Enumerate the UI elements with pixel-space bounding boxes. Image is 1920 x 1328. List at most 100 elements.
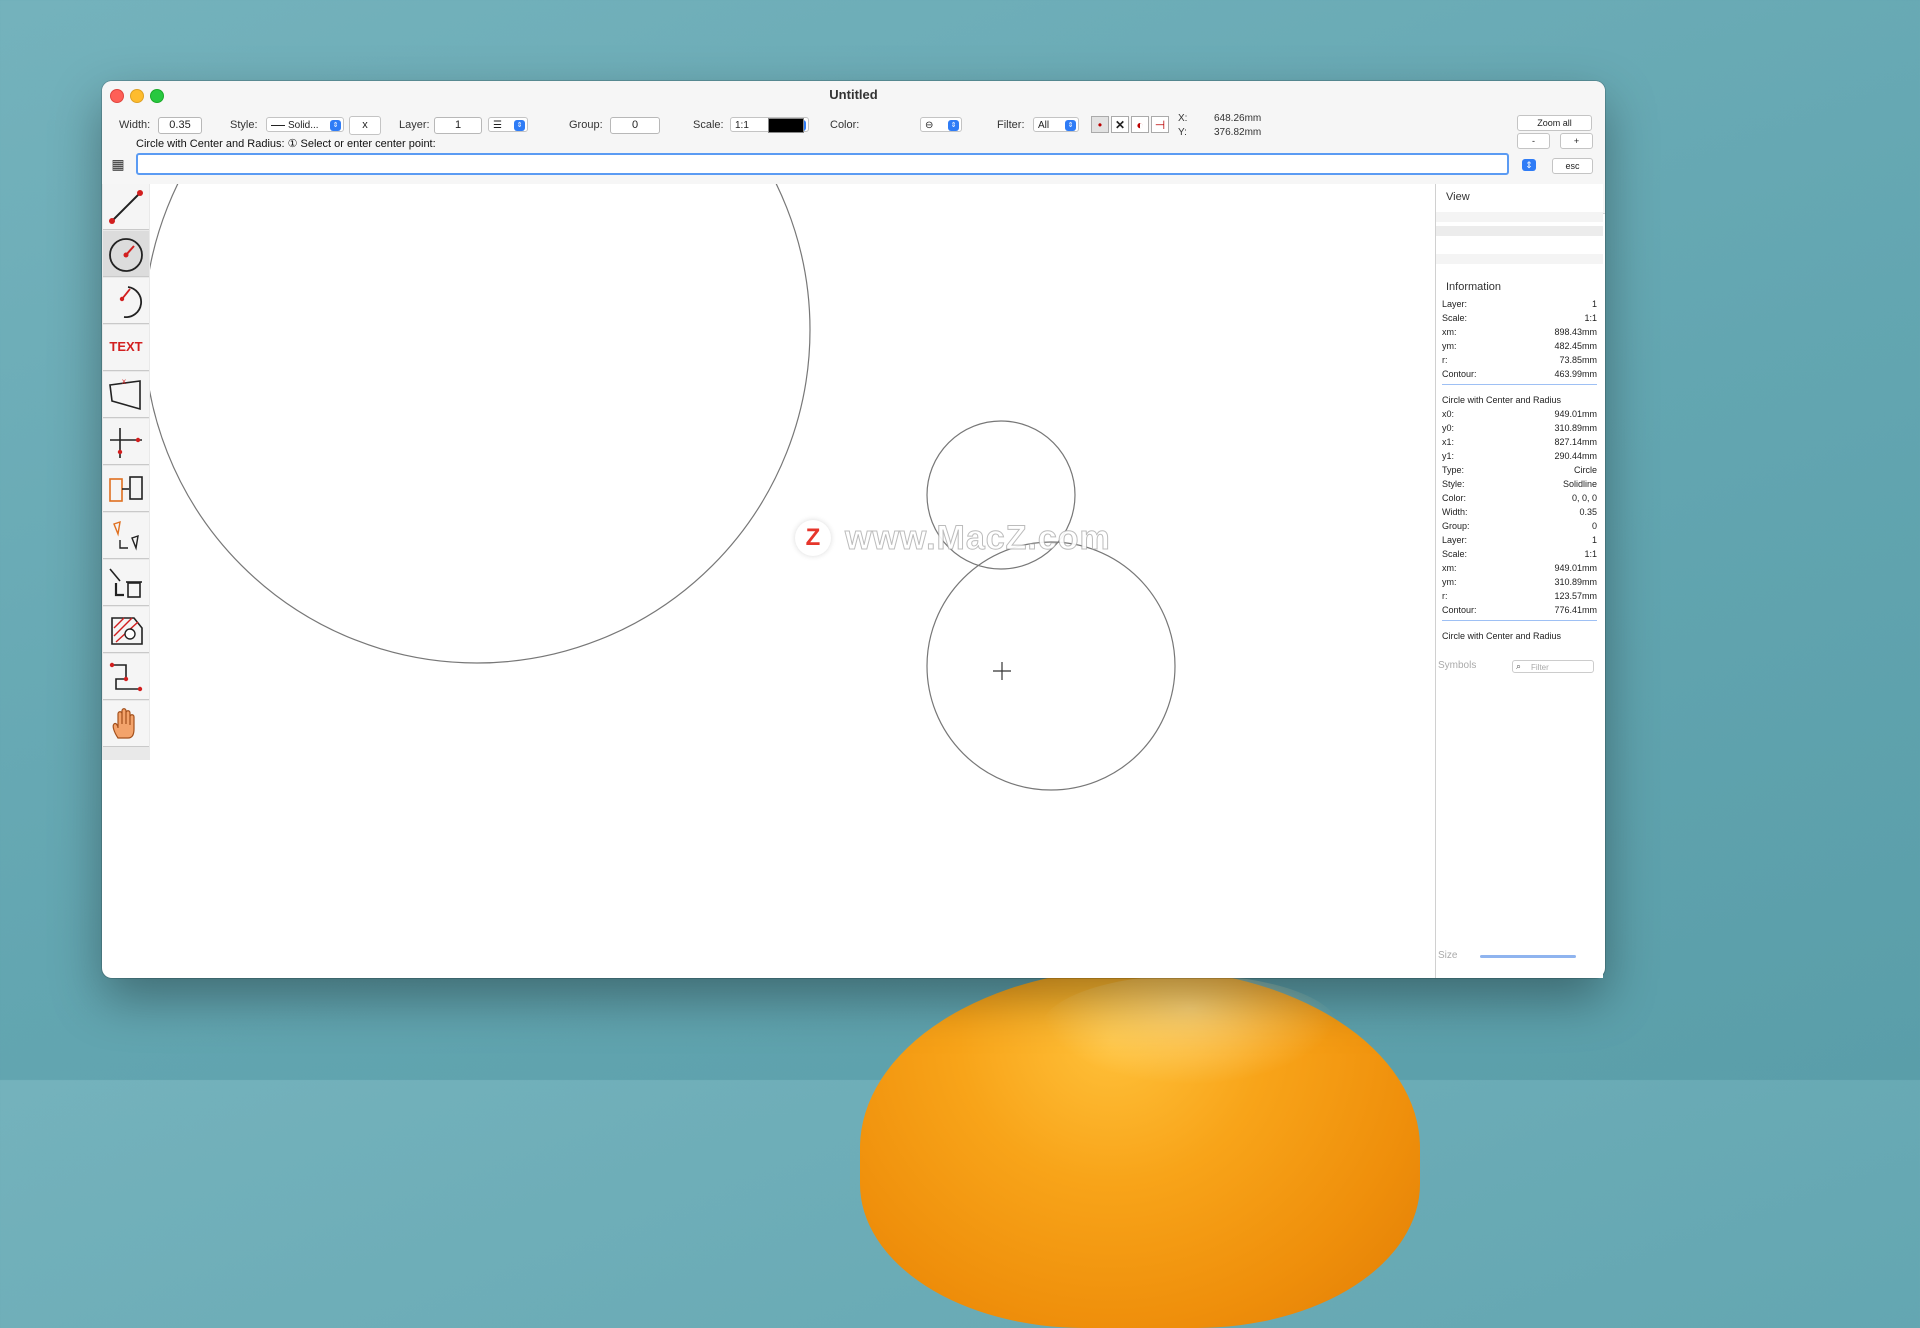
hatch-icon <box>111 617 143 645</box>
layer-field[interactable]: 1 <box>434 117 482 134</box>
info-row: x1: 827.14mm <box>1442 437 1597 447</box>
info-row: Layer: 1 <box>1442 299 1597 309</box>
search-icon: ⌕ <box>1516 661 1522 671</box>
zoom-all-button[interactable]: Zoom all <box>1517 115 1592 131</box>
information-section-title: Information <box>1446 281 1502 293</box>
symbols-label: Symbols <box>1438 660 1477 671</box>
info-block-title: Circle with Center and Radius <box>1442 631 1562 641</box>
info-row: y0: 310.89mm <box>1442 423 1597 433</box>
snap-intersection-button[interactable]: ✕ <box>1111 116 1129 133</box>
crosshair-icon <box>110 428 142 458</box>
info-row: ym: 310.89mm <box>1442 577 1597 587</box>
info-row: Group: 0 <box>1442 521 1597 531</box>
info-row: Width: 0.35 <box>1442 507 1597 517</box>
size-slider[interactable] <box>1480 955 1576 958</box>
snap-perpendicular-button[interactable]: ⊣ <box>1151 116 1169 133</box>
grid-icon[interactable]: ▦ <box>108 156 128 173</box>
zoom-in-button[interactable]: + <box>1560 133 1593 149</box>
group-field[interactable]: 0 <box>610 117 660 134</box>
command-prompt: Circle with Center and Radius: ① Select … <box>136 138 436 150</box>
large-circle-shape <box>150 184 811 664</box>
list-icon: ☰ <box>493 120 502 131</box>
info-separator <box>1442 384 1597 385</box>
orange-highlight <box>1040 975 1340 1085</box>
symbols-filter-input[interactable]: Filter <box>1512 660 1594 673</box>
style-label: Style: <box>230 119 258 131</box>
chevron-updown-icon: ⇕ <box>330 120 341 131</box>
esc-button[interactable]: esc <box>1552 158 1593 174</box>
scale-label: Scale: <box>693 119 724 131</box>
arc-icon <box>119 286 143 318</box>
layer-label: Layer: <box>399 119 430 131</box>
text-tool-button[interactable]: TEXT <box>103 325 149 371</box>
watermark-text: www.MacZ.com <box>845 518 1111 557</box>
dimension-icon: x <box>109 377 141 411</box>
hatch-tool-button[interactable] <box>103 607 149 653</box>
info-row: r: 123.57mm <box>1442 591 1597 601</box>
hand-icon <box>112 708 135 739</box>
style-value: Solid... <box>288 120 319 131</box>
command-options-button[interactable]: ⇕ <box>1522 159 1536 171</box>
title-bar: Untitled <box>102 81 1605 113</box>
trash-icon <box>109 568 142 598</box>
scale-value: 1:1 <box>735 120 749 131</box>
circle-tool-button[interactable] <box>103 231 149 277</box>
filter-popup[interactable]: All ⇕ <box>1033 117 1079 132</box>
tool-palette: TEXT x <box>102 184 151 760</box>
snap-point-button[interactable]: • <box>1091 116 1109 133</box>
line-tool-button[interactable] <box>103 184 149 230</box>
snap-center-button[interactable]: ◐ <box>1131 116 1149 133</box>
width-label: Width: <box>119 119 151 131</box>
arc-tool-button[interactable] <box>103 278 149 324</box>
pan-tool-button[interactable] <box>103 701 149 747</box>
svg-text:x: x <box>122 377 126 386</box>
copy-tool-button[interactable] <box>103 466 149 512</box>
info-row: y1: 290.44mm <box>1442 451 1597 461</box>
y-coord-label: Y: <box>1178 127 1187 138</box>
info-row: Contour: 776.41mm <box>1442 605 1597 615</box>
dimension-tool-button[interactable]: x <box>103 372 149 418</box>
zoom-out-button[interactable]: - <box>1517 133 1550 149</box>
layer-list-popup[interactable]: ☰ ⇕ <box>488 117 528 132</box>
info-separator <box>1442 620 1597 621</box>
info-row: Type: Circle <box>1442 465 1597 475</box>
move-icon <box>113 520 139 551</box>
line-icon <box>109 190 143 224</box>
window-title: Untitled <box>829 87 878 102</box>
command-input[interactable] <box>136 153 1509 175</box>
copy-icon <box>109 476 143 502</box>
info-row: ym: 482.45mm <box>1442 341 1597 351</box>
size-label: Size <box>1438 950 1458 961</box>
info-block-title: Circle with Center and Radius <box>1442 395 1562 405</box>
info-row: Scale: 1:1 <box>1442 549 1597 559</box>
color-label: Color: <box>830 119 860 131</box>
circle-minus-icon: ⊖ <box>925 120 934 131</box>
info-row: xm: 898.43mm <box>1442 327 1597 337</box>
watermark: Z www.MacZ.com <box>795 516 1111 560</box>
group-label: Group: <box>569 119 603 131</box>
polyline-tool-button[interactable] <box>103 654 149 700</box>
style-clear-button[interactable]: x <box>349 116 381 135</box>
view-row <box>1436 226 1603 236</box>
watermark-logo-icon: Z <box>795 520 831 556</box>
filter-label: Filter: <box>997 119 1025 131</box>
line-end-popup[interactable]: ⊖ ⇕ <box>920 117 962 132</box>
info-row: Scale: 1:1 <box>1442 313 1597 323</box>
info-row: Layer: 1 <box>1442 535 1597 545</box>
modify-tool-button[interactable] <box>103 513 149 559</box>
info-row: x0: 949.01mm <box>1442 409 1597 419</box>
info-row: r: 73.85mm <box>1442 355 1597 365</box>
filter-value: All <box>1038 120 1050 131</box>
delete-tool-button[interactable] <box>103 560 149 606</box>
chevron-updown-icon: ⇕ <box>514 120 525 131</box>
snap-tool-button[interactable] <box>103 419 149 465</box>
chevron-updown-icon: ⇕ <box>1065 120 1076 131</box>
drawing-svg <box>150 184 1176 791</box>
style-popup[interactable]: Solid... ⇕ <box>266 117 344 132</box>
circle-center-radius-icon <box>109 238 143 272</box>
color-swatch[interactable] <box>768 118 804 133</box>
x-coord-value: 648.26mm <box>1214 113 1262 124</box>
text-tool-label: TEXT <box>109 339 143 354</box>
width-field[interactable]: 0.35 <box>158 117 202 134</box>
view-row <box>1436 212 1603 222</box>
